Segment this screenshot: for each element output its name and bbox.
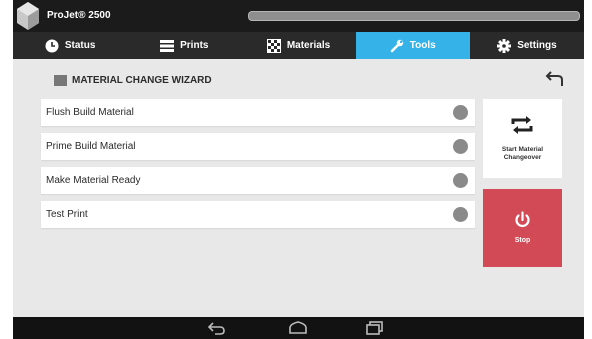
tab-tools-label: Tools — [409, 40, 436, 51]
nav-recent-apps-icon[interactable] — [364, 320, 386, 336]
wizard-step-ready[interactable]: Make Material Ready — [41, 167, 475, 194]
step-status-indicator — [453, 105, 468, 120]
nav-back-icon[interactable] — [206, 320, 228, 336]
status-progress-bar — [248, 11, 580, 21]
wizard-step-prime[interactable]: Prime Build Material — [41, 133, 475, 160]
wizard-panel: MATERIAL CHANGE WIZARD Flush Build Mater… — [35, 59, 571, 317]
back-arrow-icon[interactable] — [545, 69, 567, 89]
printer-screen: ProJet® 2500 Status Prints Materials Too… — [13, 0, 584, 339]
tab-tools[interactable]: Tools — [355, 32, 470, 59]
start-changeover-label: Start Material Changeover — [483, 146, 562, 162]
tab-bar: Status Prints Materials Tools Settings — [13, 32, 584, 59]
power-icon — [515, 211, 530, 227]
wizard-icon — [54, 75, 67, 86]
device-bezel — [0, 0, 13, 339]
nav-home-icon[interactable] — [287, 320, 309, 336]
tab-status-label: Status — [64, 40, 96, 51]
tab-settings[interactable]: Settings — [470, 32, 584, 59]
app-title: ProJet® 2500 — [47, 10, 111, 21]
tab-settings-label: Settings — [517, 40, 557, 51]
title-bar: ProJet® 2500 — [13, 0, 584, 32]
step-status-indicator — [453, 207, 468, 222]
wrench-icon — [390, 39, 403, 52]
tab-prints-label: Prints — [180, 40, 209, 51]
wizard-title: MATERIAL CHANGE WIZARD — [72, 75, 212, 86]
clock-icon — [45, 39, 59, 52]
wizard-step-label: Test Print — [46, 209, 88, 220]
start-changeover-label-line2: Changeover — [503, 154, 542, 161]
tab-status[interactable]: Status — [13, 32, 127, 59]
checker-icon — [266, 38, 281, 53]
stop-label: Stop — [514, 237, 531, 244]
wizard-step-label: Flush Build Material — [46, 107, 134, 118]
android-nav-bar — [13, 317, 584, 339]
wizard-step-test-print[interactable]: Test Print — [41, 201, 475, 228]
start-material-changeover-button[interactable]: Start Material Changeover — [483, 99, 562, 178]
wizard-step-label: Make Material Ready — [46, 175, 141, 186]
list-icon — [160, 39, 175, 52]
wizard-step-label: Prime Build Material — [46, 141, 136, 152]
start-changeover-label-line1: Start Material — [501, 146, 544, 153]
gear-icon — [497, 38, 512, 53]
tab-prints[interactable]: Prints — [127, 32, 241, 59]
tab-materials-label: Materials — [286, 40, 331, 51]
repeat-icon — [511, 116, 533, 134]
tab-materials[interactable]: Materials — [241, 32, 355, 59]
step-status-indicator — [453, 173, 468, 188]
wizard-step-flush[interactable]: Flush Build Material — [41, 99, 475, 126]
printer-logo-icon — [17, 2, 39, 30]
step-status-indicator — [453, 139, 468, 154]
stop-button[interactable]: Stop — [483, 189, 562, 267]
